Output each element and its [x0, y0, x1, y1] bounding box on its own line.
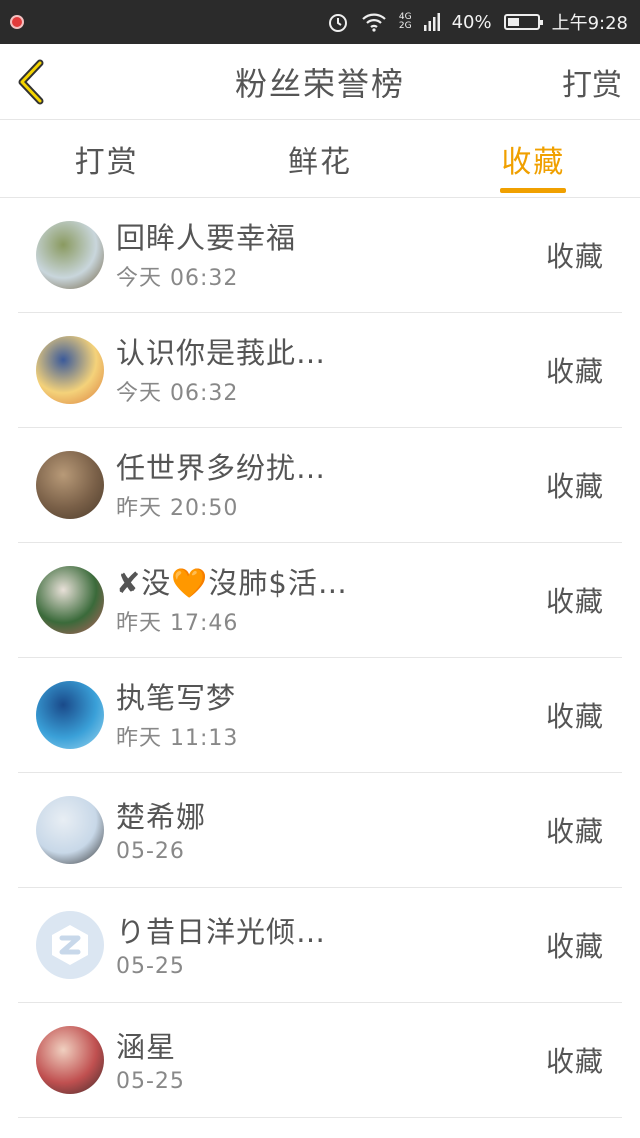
- user-name: 认识你是莪此…: [116, 336, 327, 370]
- clock: 上午9:28: [551, 13, 628, 34]
- action-label: 收藏: [545, 240, 604, 273]
- timestamp: 昨天 17:46: [116, 611, 239, 636]
- action-label: 收藏: [545, 815, 604, 848]
- avatar[interactable]: [36, 221, 104, 289]
- tab-bar: 打赏 鲜花 收藏: [0, 120, 640, 198]
- timestamp: 昨天 11:13: [116, 726, 239, 751]
- avatar[interactable]: [36, 566, 104, 634]
- timestamp: 05-25: [116, 953, 185, 979]
- list-item[interactable]: 认识你是莪此… 今天 06:32 收藏: [18, 313, 622, 428]
- avatar[interactable]: [36, 796, 104, 864]
- network-type: 4G 2G: [399, 13, 412, 31]
- timestamp: 昨天 20:50: [116, 496, 239, 521]
- action-label: 收藏: [545, 355, 604, 388]
- timestamp: 05-25: [116, 1068, 185, 1094]
- network-bottom-label: 2G: [398, 21, 412, 31]
- fan-list: 回眸人要幸福今天 06:32 收藏 认识你是莪此… 今天 06:32 收藏 任世界…: [0, 198, 640, 1118]
- user-name: 执笔写梦: [116, 681, 237, 715]
- user-name: り昔日洋光倾…: [116, 914, 327, 949]
- avatar[interactable]: [36, 336, 104, 404]
- list-item[interactable]: り昔日洋光倾… 05-25 收藏: [18, 888, 622, 1003]
- chevron-left-icon[interactable]: [16, 58, 50, 106]
- avatar[interactable]: [36, 451, 104, 519]
- tab-reward[interactable]: 打赏: [0, 120, 213, 197]
- reward-button[interactable]: 打赏: [562, 60, 622, 104]
- alarm-icon: [327, 11, 349, 33]
- action-label: 收藏: [545, 470, 604, 503]
- app-notification-icon: [10, 15, 24, 29]
- signal-icon: [423, 13, 440, 31]
- list-item[interactable]: ✘没🧡沒肺$活… 昨天 17:46 收藏: [18, 543, 622, 658]
- avatar[interactable]: [36, 911, 104, 979]
- user-name: 任世界多纷扰…: [116, 451, 327, 485]
- status-bar: 4G 2G 40% 上午9:28: [0, 0, 640, 44]
- action-label: 收藏: [545, 700, 604, 733]
- timestamp: 今天 06:32: [116, 381, 239, 406]
- user-name: ✘没🧡沒肺$活…: [116, 566, 348, 600]
- action-label: 收藏: [545, 930, 604, 963]
- action-label: 收藏: [545, 1045, 604, 1078]
- user-name: 楚希娜: [116, 799, 207, 834]
- list-item[interactable]: 涵星 05-25 收藏: [18, 1003, 622, 1118]
- tab-flowers[interactable]: 鲜花: [213, 120, 426, 197]
- user-name: 回眸人要幸福: [116, 221, 297, 255]
- wifi-icon: [361, 12, 387, 32]
- avatar[interactable]: [36, 1026, 104, 1094]
- timestamp: 05-26: [116, 838, 185, 864]
- list-item[interactable]: 回眸人要幸福今天 06:32 收藏: [18, 198, 622, 313]
- page-title: 粉丝荣誉榜: [234, 64, 405, 103]
- tab-favorites[interactable]: 收藏: [427, 120, 640, 197]
- action-label: 收藏: [545, 585, 604, 618]
- list-item[interactable]: 执笔写梦昨天 11:13 收藏: [18, 658, 622, 773]
- list-item[interactable]: 楚希娜 05-26 收藏: [18, 773, 622, 888]
- timestamp: 今天 06:32: [116, 266, 239, 291]
- battery-icon: [503, 14, 543, 30]
- user-name: 涵星: [116, 1029, 177, 1064]
- avatar[interactable]: [36, 681, 104, 749]
- nav-bar: 粉丝荣誉榜 打赏: [0, 44, 640, 120]
- list-item[interactable]: 任世界多纷扰… 昨天 20:50 收藏: [18, 428, 622, 543]
- battery-percent: 40%: [451, 11, 492, 33]
